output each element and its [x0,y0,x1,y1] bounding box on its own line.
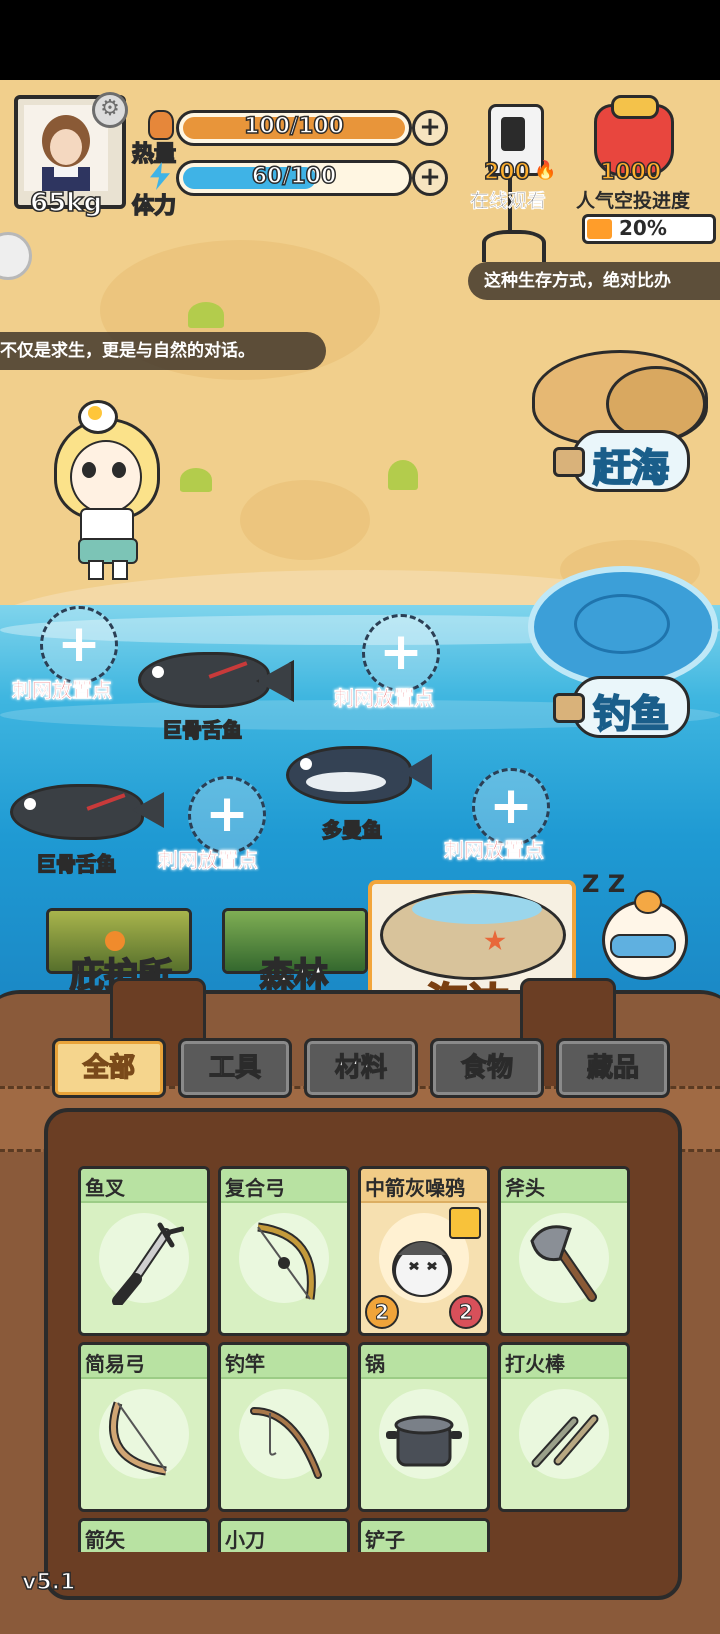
inventory-item-harpoon[interactable]: 鱼叉 [78,1166,210,1336]
beachcombing-button[interactable]: 赶海 [553,430,690,492]
item-name: 打火棒 [505,1352,565,1376]
inventory-item-grey-jay[interactable]: 中箭灰噪鸦 2 2 [358,1166,490,1336]
chat-toast-top-text: 这种生存方式，绝对比办 [484,271,671,291]
calories-label: 热量 [131,141,177,168]
tab-materials[interactable]: 材料 [304,1038,418,1098]
grass-tuft [388,460,418,490]
add-calories-button[interactable]: + [412,110,448,146]
inventory-item-arrow[interactable]: 箭矢 [78,1518,210,1552]
airdrop-progress-fill [587,219,612,239]
tab-collectibles[interactable]: 藏品 [556,1038,670,1098]
plus-icon: + [205,784,249,844]
tab-all[interactable]: 全部 [52,1038,166,1098]
tripod-legs [482,230,546,262]
calories-value: 100/100 [243,113,344,140]
fire-starter-icon [531,1414,599,1468]
chat-toast-top: 这种生存方式，绝对比办 [468,262,720,300]
calories-bar: 100/100 [176,110,412,146]
arapaima-fish-icon[interactable] [10,778,166,840]
stamina-bar: 60/100 [176,160,412,196]
inventory-item-knife[interactable]: 小刀 [218,1518,350,1552]
item-right-badge: 2 [449,1295,483,1329]
flame-icon: 🔥 [534,160,557,181]
net-spot-3-button[interactable]: + [188,776,266,854]
fishing-button[interactable]: 钓鱼 [553,676,690,738]
item-name: 小刀 [225,1528,265,1552]
fishing-label: 钓鱼 [592,691,670,737]
inventory-item-fire-starter[interactable]: 打火棒 [498,1342,630,1512]
inventory-grid[interactable]: 鱼叉 复合弓 中箭灰噪鸦 2 2 斧头 简易弓 钓竿 锅 打火棒 箭矢 小刀 铲… [66,1152,656,1552]
item-name: 铲子 [365,1528,405,1552]
plus-icon: + [489,776,533,836]
item-name: 锅 [365,1352,385,1376]
net-spot-1-button[interactable]: + [40,606,118,684]
pot-icon [386,1415,462,1467]
net-spot-3-label: 刺网放置点 [158,848,259,873]
beachcombing-label: 赶海 [592,445,670,491]
live-viewers-label: 在线观看 [470,190,547,212]
airdrop-progress-bar: 20% [582,214,716,244]
item-name: 鱼叉 [85,1176,125,1200]
fish-label-arapaima-2: 巨骨舌鱼 [35,851,117,877]
version-label: v5.1 [21,1569,76,1596]
tab-collectibles-label: 藏品 [586,1052,639,1083]
inventory-item-compound-bow[interactable]: 复合弓 [218,1166,350,1336]
add-stamina-button[interactable]: + [412,160,448,196]
grass-tuft [188,302,224,328]
item-name: 中箭灰噪鸦 [365,1176,465,1200]
chat-toast-middle: 不仅是求生，更是与自然的对话。 [0,332,326,370]
fish-label-wolf-fish: 多曼鱼 [321,817,383,843]
fishing-pond[interactable] [528,566,718,688]
stamina-value: 60/100 [251,163,337,190]
simple-bow-icon [109,1401,167,1476]
player-weight: 65kg [29,187,103,219]
sleep-z-icon: Z Z [582,870,626,898]
tab-materials-label: 材料 [334,1052,387,1083]
airdrop-label: 人气空投进度 [576,190,691,212]
player-character[interactable] [34,400,174,580]
inventory-item-simple-bow[interactable]: 简易弓 [78,1342,210,1512]
item-name: 复合弓 [225,1176,285,1200]
tab-food[interactable]: 食物 [430,1038,544,1098]
stamina-label: 体力 [131,193,177,220]
grass-tuft [180,468,212,492]
plus-icon: + [57,614,101,674]
wolf-fish-icon[interactable] [286,740,434,804]
tab-tools[interactable]: 工具 [178,1038,292,1098]
tab-tools-label: 工具 [208,1052,261,1083]
viewer-count: 200 [483,159,530,186]
item-name: 简易弓 [85,1352,145,1376]
tab-food-label: 食物 [460,1052,513,1083]
chat-toast-middle-text: 不仅是求生，更是与自然的对话。 [0,341,255,361]
airdrop-progress-text: 20% [619,216,667,240]
item-left-badge: 2 [365,1295,399,1329]
inventory-item-shovel[interactable]: 铲子 [358,1518,490,1552]
net-spot-2-button[interactable]: + [362,614,440,692]
compound-bow-icon [257,1222,316,1300]
net-spot-1-label: 刺网放置点 [12,678,113,703]
inventory-item-axe[interactable]: 斧头 [498,1166,630,1336]
sand-patch [240,480,370,560]
plus-icon: + [379,622,423,682]
arapaima-fish-icon[interactable] [138,646,294,708]
item-name: 钓竿 [225,1352,265,1376]
fish-label-arapaima-1: 巨骨舌鱼 [161,717,243,743]
item-name: 斧头 [505,1176,545,1200]
axe-icon [530,1225,597,1302]
pond-ripple [574,594,670,654]
item-name: 箭矢 [85,1528,125,1552]
settings-gear-icon[interactable]: ⚙ [92,92,128,128]
next-day-button[interactable]: Z Z [582,870,692,990]
inventory-item-pot[interactable]: 锅 [358,1342,490,1512]
tab-all-label: 全部 [82,1052,136,1084]
fishing-rod-icon [250,1407,322,1479]
net-spot-4-label: 刺网放置点 [444,838,545,863]
inventory-item-fishing-rod[interactable]: 钓竿 [218,1342,350,1512]
tool-tag-icon [449,1207,481,1239]
harpoon-icon [112,1222,184,1305]
airdrop-count: 1000 [599,159,662,186]
net-spot-2-label: 刺网放置点 [334,686,435,711]
